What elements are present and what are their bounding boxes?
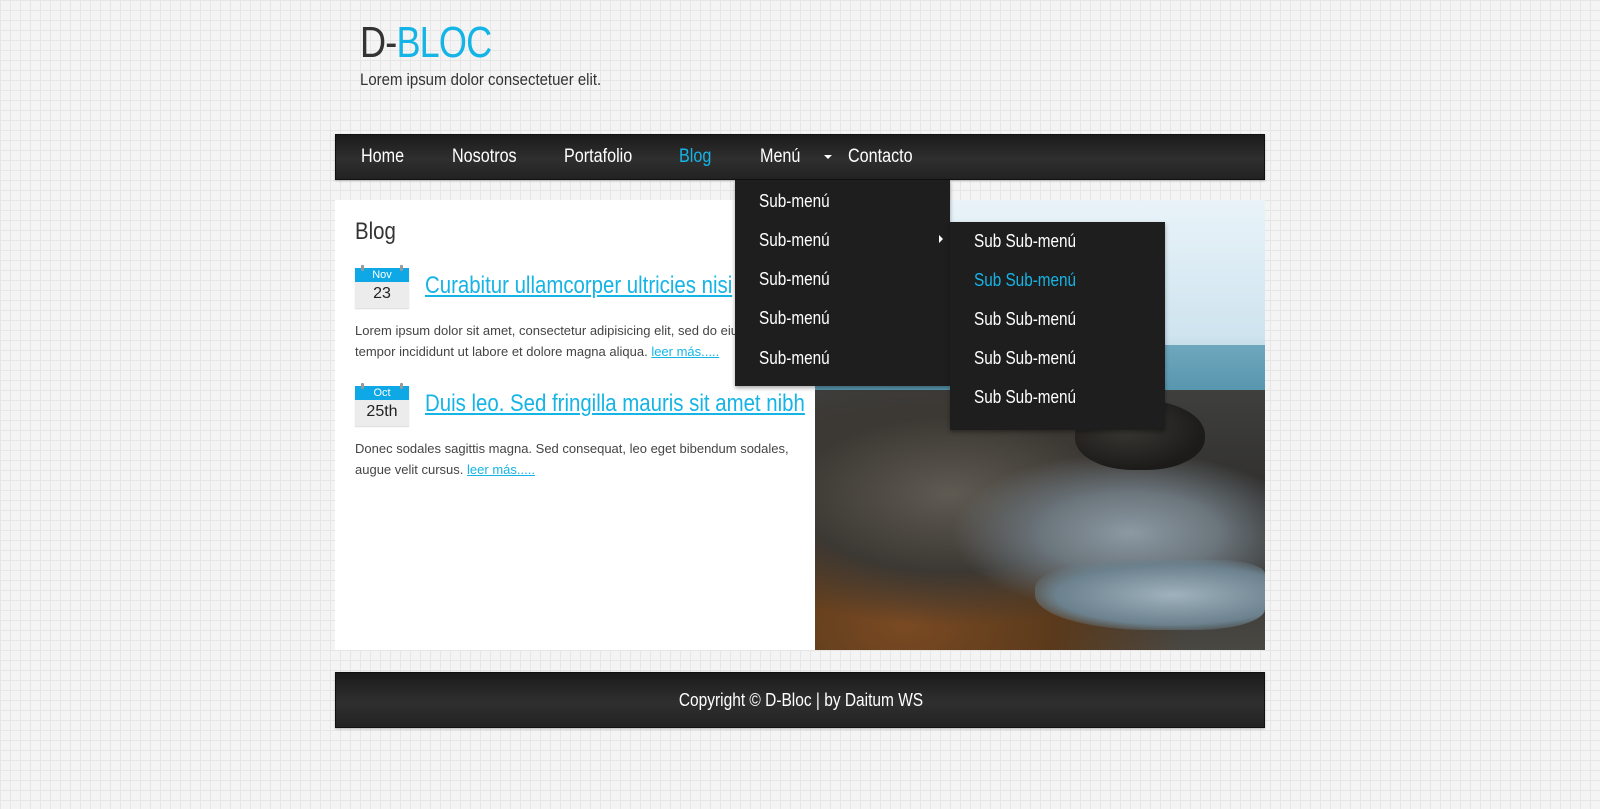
post-day: 23 (373, 285, 391, 302)
post-excerpt-text: Donec sodales sagittis magna. Sed conseq… (355, 441, 789, 477)
submenu-item[interactable]: Sub-menú (759, 339, 830, 378)
post-excerpt: Donec sodales sagittis magna. Sed conseq… (355, 438, 810, 480)
nav-item-home[interactable]: Home (361, 135, 404, 179)
sub-submenu-item[interactable]: Sub Sub-menú (974, 378, 1076, 417)
calendar-ring-icon (361, 265, 364, 271)
sub-submenu-item[interactable]: Sub Sub-menú (974, 300, 1076, 339)
submenu-dropdown: Sub-menú Sub-menú Sub-menú Sub-menú Sub-… (735, 180, 950, 386)
photo-tide-pool (1035, 560, 1265, 630)
nav-item-portafolio[interactable]: Portafolio (564, 135, 632, 179)
post-day: 25th (366, 403, 398, 420)
chevron-right-icon (939, 235, 943, 243)
sub-submenu-item[interactable]: Sub Sub-menú (974, 339, 1076, 378)
post-title-link[interactable]: Curabitur ullamcorper ultricies nisi (425, 272, 732, 300)
main-navigation: Home Nosotros Portafolio Blog Menú Conta… (335, 134, 1265, 180)
footer-copyright: Copyright © D-Bloc | by Daitum WS (336, 673, 1266, 727)
site-footer: Copyright © D-Bloc | by Daitum WS (335, 672, 1265, 728)
post-title-link[interactable]: Duis leo. Sed fringilla mauris sit amet … (425, 390, 805, 418)
nav-item-nosotros[interactable]: Nosotros (452, 135, 517, 179)
logo-prefix: D- (360, 18, 397, 67)
submenu-item[interactable]: Sub-menú (759, 299, 830, 338)
footer-copyright-text: Copyright © D-Bloc | by Daitum WS (678, 690, 924, 710)
post-date-badge: Oct 25th (355, 383, 409, 426)
post-date-badge: Nov 23 (355, 265, 409, 308)
submenu-item[interactable]: Sub-menú (759, 260, 830, 299)
calendar-ring-icon (361, 383, 364, 389)
sub-submenu-item[interactable]: Sub Sub-menú (974, 222, 1076, 261)
calendar-ring-icon (400, 265, 403, 271)
sub-submenu-item[interactable]: Sub Sub-menú (974, 261, 1076, 300)
read-more-link[interactable]: leer más..... (467, 462, 535, 477)
page-title: Blog (355, 218, 396, 245)
chevron-down-icon (824, 155, 832, 159)
page-wrapper: D-BLOC Lorem ipsum dolor consectetuer el… (335, 0, 1265, 809)
calendar-ring-icon (400, 383, 403, 389)
submenu-item[interactable]: Sub-menú (759, 221, 830, 260)
sub-submenu-dropdown: Sub Sub-menú Sub Sub-menú Sub Sub-menú S… (950, 222, 1165, 430)
logo-accent: BLOC (396, 18, 492, 67)
site-tagline: Lorem ipsum dolor consectetuer elit. (360, 70, 602, 89)
submenu-item[interactable]: Sub-menú (759, 182, 830, 221)
nav-item-menu[interactable]: Menú (760, 135, 800, 179)
site-logo[interactable]: D-BLOC (360, 18, 492, 68)
read-more-link[interactable]: leer más..... (651, 344, 719, 359)
nav-item-contacto[interactable]: Contacto (848, 135, 913, 179)
nav-item-blog[interactable]: Blog (679, 135, 711, 179)
